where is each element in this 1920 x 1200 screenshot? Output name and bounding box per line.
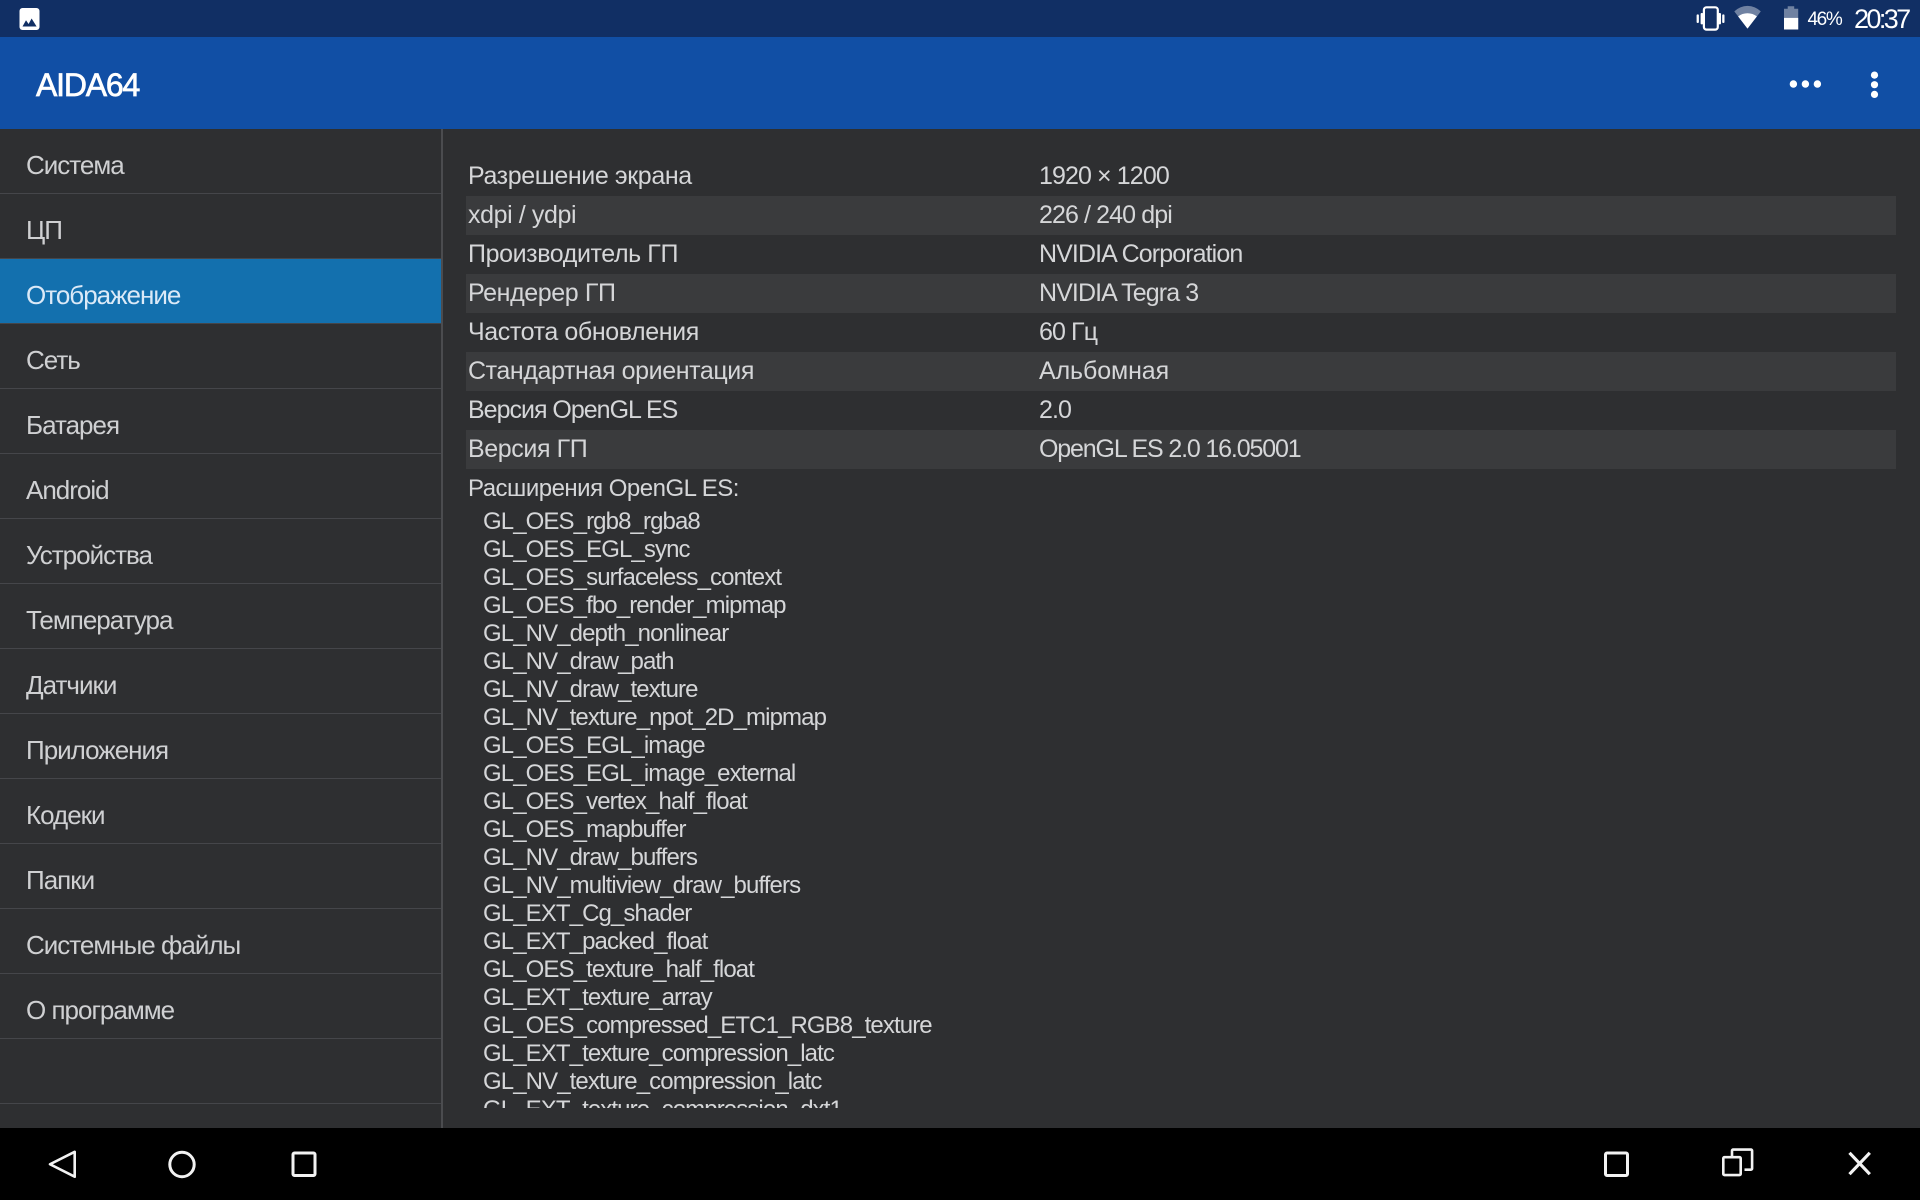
svg-text:20:37: 20:37 [1854,4,1910,34]
svg-text:46%: 46% [1808,9,1843,30]
